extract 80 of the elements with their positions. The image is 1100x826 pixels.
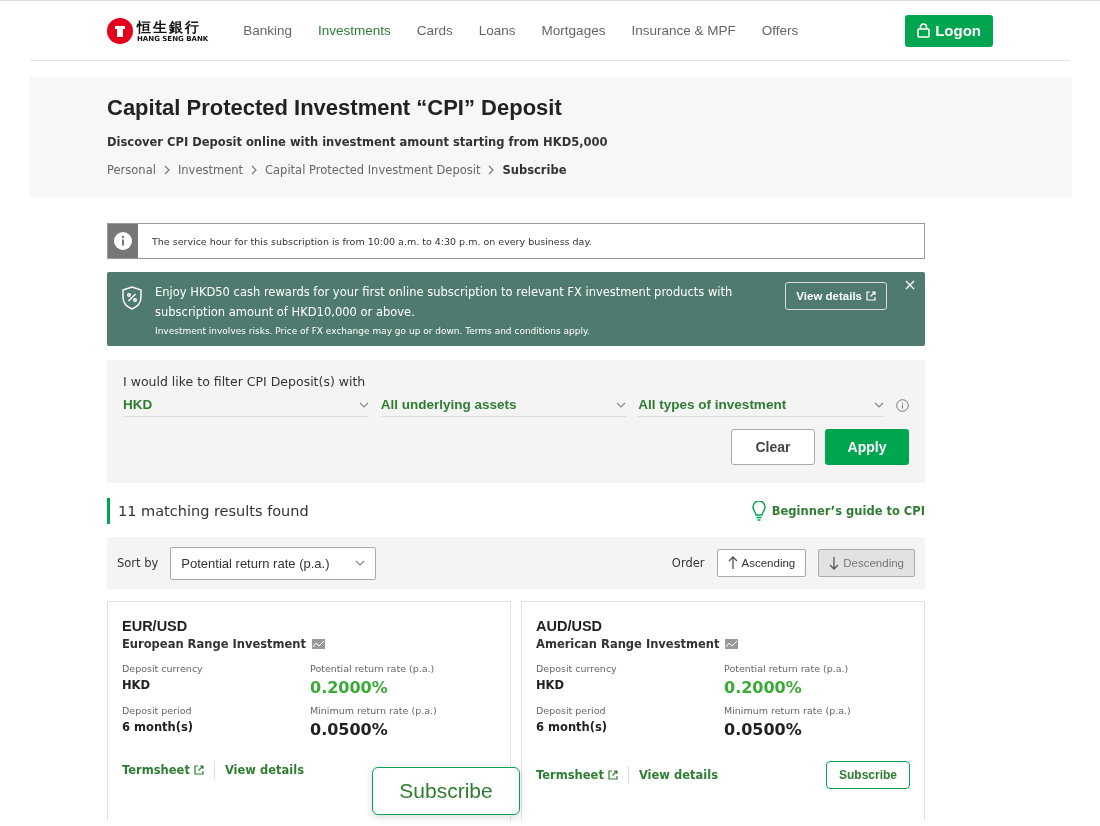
- close-icon: [905, 280, 915, 290]
- subscribe-button[interactable]: Subscribe: [372, 767, 520, 815]
- chart-icon: [312, 639, 325, 649]
- external-link-icon: [607, 770, 618, 780]
- nav-link[interactable]: Mortgages: [541, 23, 606, 38]
- breadcrumb-current-page: Subscribe: [502, 163, 567, 177]
- view-details-link[interactable]: View details: [638, 768, 718, 782]
- field-value: HKD: [536, 678, 566, 692]
- logon-button[interactable]: Logon: [905, 14, 993, 47]
- order-label: Order: [671, 556, 705, 570]
- product-name: American Range Investment: [536, 637, 720, 651]
- field-value: HKD: [122, 678, 152, 692]
- nav-link[interactable]: Loans: [478, 23, 516, 38]
- termsheet-link[interactable]: Termsheet: [122, 763, 204, 777]
- chevron-right-icon: [488, 165, 495, 175]
- promo-disclaimer: Investment involves risks. Price of FX exchange may go up or down. Terms and conditions apply.: [155, 326, 591, 336]
- close-button[interactable]: [905, 280, 915, 290]
- field-label: Minimum return rate (p.a.): [724, 705, 852, 716]
- logo-icon: [107, 17, 133, 44]
- lock-icon: [917, 23, 931, 38]
- field-label: Deposit period: [122, 705, 193, 716]
- breadcrumb-link[interactable]: Investment: [177, 163, 244, 177]
- lightbulb-icon: [751, 501, 766, 521]
- chevron-down-icon: [358, 401, 369, 408]
- chevron-right-icon: [251, 165, 258, 175]
- field-label: Potential return rate (p.a.): [724, 663, 850, 674]
- nav-link[interactable]: Banking: [243, 23, 292, 38]
- field-label: Deposit currency: [536, 663, 618, 674]
- shield-percent-icon: [121, 286, 143, 310]
- results-count: 11 matching results found: [107, 498, 309, 524]
- external-link-icon: [193, 765, 204, 775]
- nav-link[interactable]: Cards: [416, 23, 453, 38]
- chevron-down-icon: [355, 560, 366, 566]
- sort-label: Sort by: [117, 556, 159, 570]
- nav-link[interactable]: Insurance & MPF: [631, 23, 736, 38]
- apply-button[interactable]: Apply: [825, 429, 909, 465]
- breadcrumb-link[interactable]: Capital Protected Investment Deposit: [265, 163, 481, 177]
- currency-pair: AUD/USD: [536, 618, 604, 634]
- field-label: Minimum return rate (p.a.): [310, 705, 438, 716]
- field-value: 0.0500%: [310, 720, 389, 739]
- view-details-link[interactable]: View details: [224, 763, 304, 777]
- external-link-icon: [866, 291, 876, 301]
- page-title: Capital Protected Investment “CPI” Deposit: [107, 95, 563, 121]
- nav-link[interactable]: Investments: [318, 23, 391, 38]
- field-value: 6 month(s): [122, 720, 195, 734]
- filter-dropdown[interactable]: HKD: [123, 393, 369, 417]
- notice-text: The service hour for this subscription is from 10:00 a.m. to 4:30 p.m. on every business day.: [151, 235, 592, 247]
- arrow-up-icon: [727, 556, 738, 570]
- arrow-down-icon: [829, 556, 840, 570]
- logo-chinese-text: 恒生銀行: [137, 18, 201, 35]
- order-button[interactable]: Descending: [818, 549, 915, 577]
- page-subtitle: Discover CPI Deposit online with investment amount starting from HKD5,000: [107, 135, 609, 149]
- guide-link[interactable]: Beginner’s guide to CPI: [751, 501, 925, 521]
- filter-dropdown[interactable]: All underlying assets: [380, 393, 627, 417]
- chevron-down-icon: [874, 401, 884, 408]
- info-icon: [896, 398, 909, 412]
- chevron-right-icon: [163, 165, 170, 175]
- chart-icon: [725, 639, 739, 649]
- subscribe-button[interactable]: Subscribe: [825, 761, 910, 789]
- info-icon: [114, 232, 132, 250]
- field-value: 0.0500%: [724, 720, 803, 739]
- field-value: 0.2000%: [310, 678, 389, 697]
- termsheet-link[interactable]: Termsheet: [536, 768, 618, 782]
- filter-dropdown[interactable]: All types of investment: [638, 393, 884, 417]
- field-label: Deposit period: [536, 705, 607, 716]
- chevron-down-icon: [616, 401, 627, 408]
- field-label: Potential return rate (p.a.): [310, 663, 436, 674]
- promo-text: Enjoy HKD50 cash rewards for your first online subscription to relevant FX investment products with subscription amount of HKD10,000 or above.: [155, 284, 734, 321]
- filter-label: I would like to filter CPI Deposit(s) with: [123, 374, 367, 389]
- view-details-button[interactable]: View details: [785, 282, 887, 310]
- sort-dropdown[interactable]: Potential return rate (p.a.): [170, 546, 377, 580]
- breadcrumb-link[interactable]: Personal: [107, 163, 156, 177]
- order-button[interactable]: Ascending: [716, 549, 807, 577]
- field-value: 0.2000%: [724, 678, 803, 697]
- nav-link[interactable]: Offers: [761, 23, 799, 38]
- field-label: Deposit currency: [122, 663, 204, 674]
- currency-pair: EUR/USD: [122, 618, 189, 634]
- clear-button[interactable]: Clear: [731, 429, 815, 465]
- product-name: European Range Investment: [122, 637, 306, 651]
- field-value: 6 month(s): [536, 720, 609, 734]
